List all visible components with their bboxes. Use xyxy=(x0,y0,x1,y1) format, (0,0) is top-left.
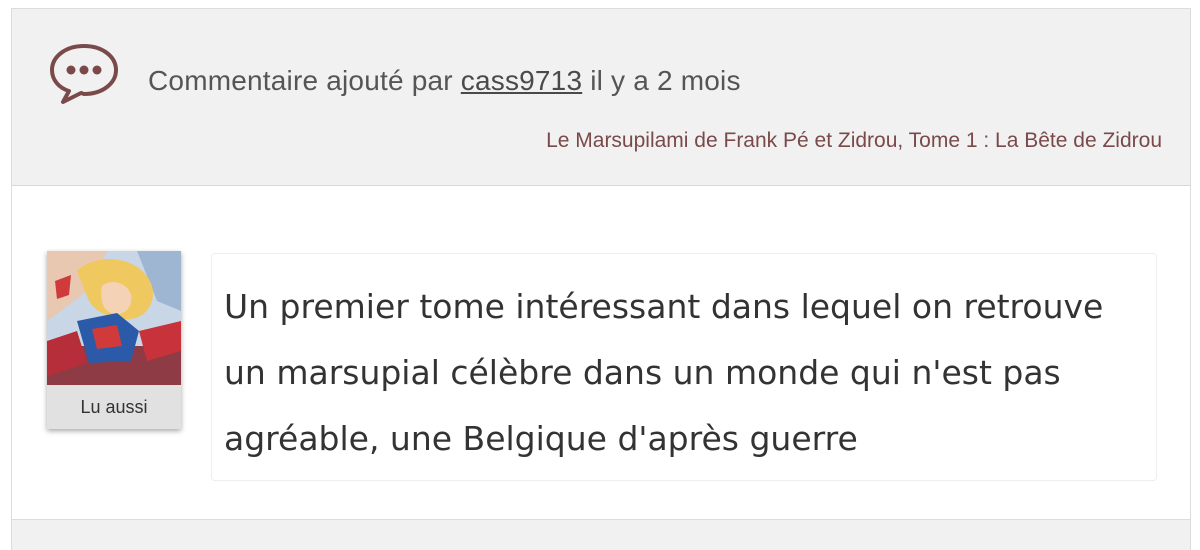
avatar[interactable]: Lu aussi xyxy=(47,251,181,429)
comment-card: Commentaire ajouté par cass9713 il y a 2… xyxy=(11,8,1191,550)
meta-prefix: Commentaire ajouté par xyxy=(148,65,453,96)
speech-bubble-icon xyxy=(50,44,118,104)
comment-text: Un premier tome intéressant dans lequel … xyxy=(224,287,1104,458)
avatar-image[interactable] xyxy=(47,251,181,385)
comment-footer xyxy=(12,519,1190,550)
username-link[interactable]: cass9713 xyxy=(461,65,582,96)
comment-text-box: Un premier tome intéressant dans lequel … xyxy=(211,253,1157,481)
avatar-label: Lu aussi xyxy=(47,385,181,429)
comment-meta: Commentaire ajouté par cass9713 il y a 2… xyxy=(148,65,741,97)
time-ago: il y a 2 mois xyxy=(590,65,741,96)
book-title-link[interactable]: Le Marsupilami de Frank Pé et Zidrou, To… xyxy=(546,129,1162,153)
comment-header: Commentaire ajouté par cass9713 il y a 2… xyxy=(12,9,1190,186)
comment-body: Lu aussi Un premier tome intéressant dan… xyxy=(12,186,1190,519)
